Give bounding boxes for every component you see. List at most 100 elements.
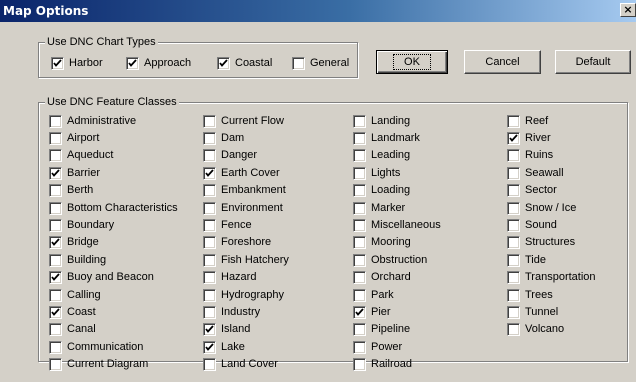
- checkmark-icon[interactable]: [126, 56, 139, 70]
- checkbox-empty-icon[interactable]: [507, 323, 520, 337]
- checkbox-empty-icon[interactable]: [49, 340, 62, 354]
- feature-checkbox-lake[interactable]: Lake: [203, 339, 245, 355]
- feature-checkbox-danger[interactable]: Danger: [203, 148, 257, 164]
- checkbox-empty-icon[interactable]: [507, 166, 520, 180]
- checkbox-empty-icon[interactable]: [507, 218, 520, 232]
- checkbox-empty-icon[interactable]: [353, 323, 366, 337]
- chart-type-checkbox-general[interactable]: General: [292, 55, 349, 71]
- checkbox-empty-icon[interactable]: [49, 114, 62, 128]
- checkbox-empty-icon[interactable]: [203, 288, 216, 302]
- feature-checkbox-pipeline[interactable]: Pipeline: [353, 322, 410, 338]
- checkbox-empty-icon[interactable]: [353, 340, 366, 354]
- feature-checkbox-obstruction[interactable]: Obstruction: [353, 252, 427, 268]
- checkmark-icon[interactable]: [217, 56, 230, 70]
- checkmark-icon[interactable]: [203, 323, 216, 337]
- feature-checkbox-pier[interactable]: Pier: [353, 304, 391, 320]
- feature-checkbox-bottom-characteristics[interactable]: Bottom Characteristics: [49, 200, 178, 216]
- checkbox-empty-icon[interactable]: [49, 288, 62, 302]
- checkbox-empty-icon[interactable]: [353, 288, 366, 302]
- checkbox-empty-icon[interactable]: [353, 218, 366, 232]
- checkbox-empty-icon[interactable]: [353, 131, 366, 145]
- feature-checkbox-building[interactable]: Building: [49, 252, 106, 268]
- feature-checkbox-current-flow[interactable]: Current Flow: [203, 113, 284, 129]
- feature-checkbox-dam[interactable]: Dam: [203, 130, 244, 146]
- feature-checkbox-airport[interactable]: Airport: [49, 130, 99, 146]
- feature-checkbox-leading[interactable]: Leading: [353, 148, 410, 164]
- checkbox-empty-icon[interactable]: [203, 114, 216, 128]
- checkbox-empty-icon[interactable]: [49, 131, 62, 145]
- feature-checkbox-environment[interactable]: Environment: [203, 200, 283, 216]
- ok-button[interactable]: OK: [376, 50, 448, 74]
- checkmark-icon[interactable]: [49, 305, 62, 319]
- checkbox-empty-icon[interactable]: [203, 305, 216, 319]
- checkmark-icon[interactable]: [353, 305, 366, 319]
- feature-checkbox-volcano[interactable]: Volcano: [507, 322, 564, 338]
- feature-checkbox-structures[interactable]: Structures: [507, 235, 575, 251]
- feature-checkbox-river[interactable]: River: [507, 130, 551, 146]
- checkbox-empty-icon[interactable]: [49, 218, 62, 232]
- feature-checkbox-trees[interactable]: Trees: [507, 287, 553, 303]
- checkmark-icon[interactable]: [507, 131, 520, 145]
- feature-checkbox-mooring[interactable]: Mooring: [353, 235, 411, 251]
- checkbox-empty-icon[interactable]: [507, 253, 520, 267]
- checkbox-empty-icon[interactable]: [353, 184, 366, 198]
- checkbox-empty-icon[interactable]: [353, 201, 366, 215]
- feature-checkbox-aqueduct[interactable]: Aqueduct: [49, 148, 113, 164]
- checkbox-empty-icon[interactable]: [203, 131, 216, 145]
- feature-checkbox-marker[interactable]: Marker: [353, 200, 405, 216]
- checkbox-empty-icon[interactable]: [353, 166, 366, 180]
- feature-checkbox-foreshore[interactable]: Foreshore: [203, 235, 271, 251]
- feature-checkbox-reef[interactable]: Reef: [507, 113, 548, 129]
- feature-checkbox-hydrography[interactable]: Hydrography: [203, 287, 284, 303]
- checkbox-empty-icon[interactable]: [49, 184, 62, 198]
- checkbox-empty-icon[interactable]: [507, 271, 520, 285]
- feature-checkbox-berth[interactable]: Berth: [49, 183, 93, 199]
- feature-checkbox-ruins[interactable]: Ruins: [507, 148, 553, 164]
- feature-checkbox-coast[interactable]: Coast: [49, 304, 96, 320]
- checkbox-empty-icon[interactable]: [203, 236, 216, 250]
- checkmark-icon[interactable]: [51, 56, 64, 70]
- checkbox-empty-icon[interactable]: [49, 149, 62, 163]
- feature-checkbox-tide[interactable]: Tide: [507, 252, 546, 268]
- feature-checkbox-fence[interactable]: Fence: [203, 217, 252, 233]
- checkbox-empty-icon[interactable]: [353, 253, 366, 267]
- checkbox-empty-icon[interactable]: [203, 271, 216, 285]
- checkbox-empty-icon[interactable]: [353, 114, 366, 128]
- checkmark-icon[interactable]: [203, 340, 216, 354]
- checkmark-icon[interactable]: [203, 166, 216, 180]
- checkbox-empty-icon[interactable]: [203, 358, 216, 372]
- feature-checkbox-railroad[interactable]: Railroad: [353, 357, 412, 373]
- checkbox-empty-icon[interactable]: [203, 184, 216, 198]
- feature-checkbox-boundary[interactable]: Boundary: [49, 217, 114, 233]
- feature-checkbox-industry[interactable]: Industry: [203, 304, 260, 320]
- feature-checkbox-loading[interactable]: Loading: [353, 183, 410, 199]
- feature-checkbox-orchard[interactable]: Orchard: [353, 270, 411, 286]
- chart-type-checkbox-coastal[interactable]: Coastal: [217, 55, 272, 71]
- checkbox-empty-icon[interactable]: [49, 201, 62, 215]
- checkbox-empty-icon[interactable]: [353, 358, 366, 372]
- cancel-button[interactable]: Cancel: [464, 50, 541, 74]
- feature-checkbox-embankment[interactable]: Embankment: [203, 183, 286, 199]
- feature-checkbox-calling[interactable]: Calling: [49, 287, 101, 303]
- feature-checkbox-power[interactable]: Power: [353, 339, 402, 355]
- default-button[interactable]: Default: [555, 50, 631, 74]
- chart-type-checkbox-harbor[interactable]: Harbor: [51, 55, 103, 71]
- feature-checkbox-sound[interactable]: Sound: [507, 217, 557, 233]
- checkbox-empty-icon[interactable]: [292, 56, 305, 70]
- checkbox-empty-icon[interactable]: [507, 149, 520, 163]
- feature-checkbox-barrier[interactable]: Barrier: [49, 165, 100, 181]
- close-button[interactable]: ×: [620, 3, 636, 17]
- checkbox-empty-icon[interactable]: [507, 184, 520, 198]
- chart-type-checkbox-approach[interactable]: Approach: [126, 55, 191, 71]
- feature-checkbox-hazard[interactable]: Hazard: [203, 270, 256, 286]
- checkbox-empty-icon[interactable]: [353, 149, 366, 163]
- checkmark-icon[interactable]: [49, 236, 62, 250]
- feature-checkbox-lights[interactable]: Lights: [353, 165, 400, 181]
- checkbox-empty-icon[interactable]: [353, 271, 366, 285]
- checkbox-empty-icon[interactable]: [49, 323, 62, 337]
- feature-checkbox-landing[interactable]: Landing: [353, 113, 410, 129]
- feature-checkbox-fish-hatchery[interactable]: Fish Hatchery: [203, 252, 289, 268]
- feature-checkbox-snow-ice[interactable]: Snow / Ice: [507, 200, 576, 216]
- feature-checkbox-bridge[interactable]: Bridge: [49, 235, 99, 251]
- feature-checkbox-earth-cover[interactable]: Earth Cover: [203, 165, 280, 181]
